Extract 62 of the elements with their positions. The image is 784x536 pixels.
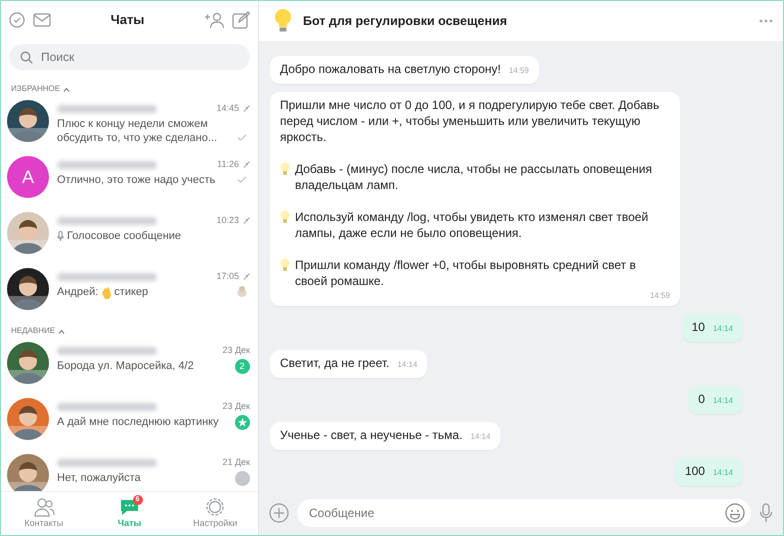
microphone-icon — [57, 231, 64, 242]
message-preview: Отлично, это тоже надо учесть — [57, 174, 216, 186]
message-text: Пришли команду /flower +0, чтобы выровнять средний свет в своей ромашке. — [295, 257, 637, 289]
message-text: 0 — [698, 392, 705, 406]
search-field[interactable]: Поиск — [9, 44, 250, 70]
message-time: 14:14 — [470, 432, 490, 441]
chat-time: 17:05 — [216, 270, 239, 283]
message-preview: Нет, пожалуйста — [57, 472, 141, 484]
panel-title: Чаты — [110, 12, 146, 28]
lightbulb-icon — [273, 8, 293, 34]
message-time: 14:59 — [650, 291, 670, 300]
section-header: ИЗБРАННОЕ — [11, 83, 60, 95]
check-icon — [237, 134, 247, 141]
tab[interactable]: Контакты — [1, 492, 87, 535]
chat-time: 23 Дек — [222, 400, 250, 413]
chat-time: 21 Дек — [222, 456, 250, 469]
compose-icon[interactable] — [232, 11, 250, 29]
mail-icon[interactable] — [33, 13, 51, 27]
mention-badge — [234, 415, 250, 430]
message-field[interactable]: Сообщение — [297, 499, 751, 527]
contacts-icon — [32, 496, 55, 517]
message-text: Ученье - свет, а неученье - тьма. — [280, 428, 462, 442]
message-time: 14:14 — [712, 324, 733, 333]
tab[interactable]: Настройки — [172, 492, 258, 535]
add-contact-icon[interactable] — [204, 11, 224, 29]
avatar: А — [7, 156, 49, 198]
message-time: 14:14 — [712, 396, 733, 405]
chat-time: 14:45 — [216, 102, 239, 115]
message-sender: Андрей: — [57, 286, 98, 298]
caret-icon[interactable] — [58, 328, 66, 334]
attach-icon[interactable] — [269, 503, 289, 523]
chat-time: 23 Дек — [222, 344, 250, 357]
message-text: Светит, да не греет. — [280, 356, 390, 370]
message-time: 14:14 — [712, 468, 733, 477]
chat-title: Бот для регулировки освещения — [303, 14, 508, 28]
message-text: Добавь - (минус) после числа, чтобы не рассылать оповещения владельцам ламп. — [295, 161, 653, 193]
message-preview: А дай мне последнюю картинку — [57, 416, 219, 428]
section-header: НЕДАВНИЕ — [11, 325, 56, 337]
message-preview: стикер — [114, 286, 148, 298]
unread-badge — [234, 471, 250, 486]
emoji-icon[interactable] — [725, 503, 745, 523]
gear-icon — [204, 496, 226, 517]
chat-time: 10:23 — [216, 214, 239, 227]
message-preview: Борода ул. Маросейка, 4/2 — [57, 360, 194, 372]
message-preview: Плюс к концу недели сможем обсудить то, что уже сделано... — [57, 118, 218, 144]
select-icon[interactable] — [9, 12, 25, 28]
caret-icon[interactable] — [63, 86, 70, 92]
microphone-icon[interactable] — [759, 503, 773, 523]
message-text: 100 — [684, 464, 705, 478]
message-text: Добро пожаловать на светлую сторону! — [280, 62, 501, 76]
unread-badge: 2 — [234, 359, 250, 374]
chat-time: 11:26 — [217, 158, 239, 171]
search-icon — [20, 51, 33, 64]
message-preview: Голосовое сообщение — [67, 230, 182, 242]
message-text: Пришли мне число от 0 до 100, и я подрегулирую тебе свет. Добавь перед числом - или +, чтобы уменьшить или увеличить текущую яркость. — [280, 98, 660, 144]
message-text: 10 — [692, 320, 705, 334]
message-time: 14:59 — [508, 66, 529, 75]
sticker-thumbnail-icon — [237, 285, 247, 297]
message-text: Используй команду /log, чтобы увидеть кто изменял свет твоей лампы, даже если не было оповещения. — [295, 209, 650, 241]
more-icon[interactable] — [759, 19, 773, 23]
message-time: 14:14 — [397, 360, 418, 369]
check-icon — [237, 176, 247, 183]
